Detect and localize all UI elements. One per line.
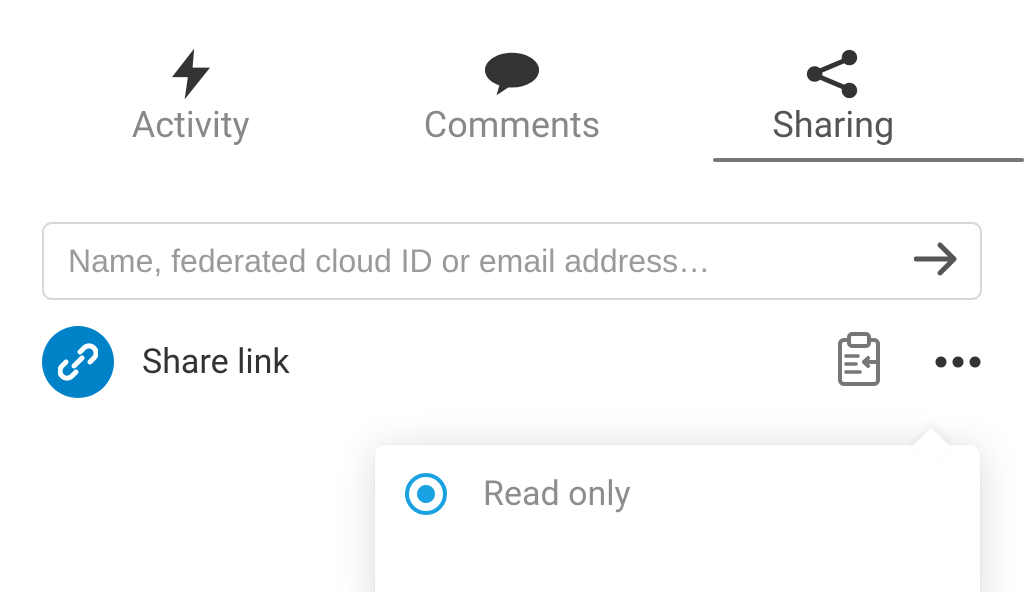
- share-options-popover: Read only: [375, 445, 980, 592]
- tab-sharing-label: Sharing: [772, 104, 894, 146]
- sharing-panel: Activity Comments Sharing: [0, 0, 1024, 592]
- share-recipient-input[interactable]: [66, 242, 914, 281]
- copy-link-button[interactable]: [834, 332, 884, 392]
- share-option-read-only[interactable]: Read only: [405, 473, 950, 515]
- share-recipient-input-wrap: [42, 222, 982, 300]
- tab-sharing[interactable]: Sharing: [673, 44, 994, 160]
- link-icon: [42, 326, 114, 398]
- lightning-icon: [172, 44, 210, 104]
- radio-selected-icon: [405, 473, 447, 515]
- tabs: Activity Comments Sharing: [0, 0, 1024, 160]
- share-link-row: Share link: [42, 326, 982, 398]
- tab-activity[interactable]: Activity: [30, 44, 351, 160]
- more-options-button[interactable]: [934, 355, 982, 369]
- share-link-label: Share link: [142, 342, 834, 382]
- tab-comments-label: Comments: [424, 104, 600, 146]
- comment-icon: [483, 44, 541, 104]
- tab-activity-label: Activity: [132, 104, 250, 146]
- share-icon: [804, 44, 862, 104]
- share-option-label: Read only: [483, 474, 631, 514]
- tab-comments[interactable]: Comments: [351, 44, 672, 160]
- submit-arrow-icon[interactable]: [914, 241, 958, 281]
